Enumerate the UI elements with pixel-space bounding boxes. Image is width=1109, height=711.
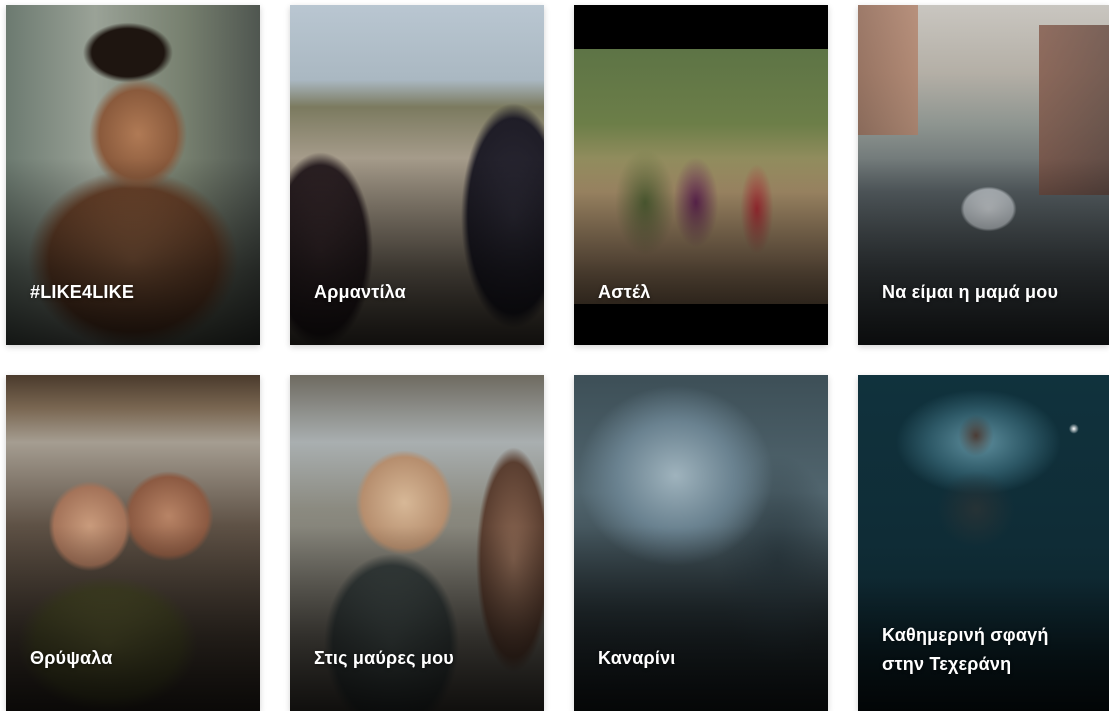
film-title[interactable]: Να είμαι η μαμά μου — [882, 278, 1095, 307]
title-overlay — [290, 526, 544, 711]
film-card-astel[interactable]: Αστέλ — [574, 5, 828, 345]
film-card-armantila[interactable]: Αρμαντίλα — [290, 5, 544, 345]
title-overlay — [574, 526, 828, 711]
film-title[interactable]: Θρύψαλα — [30, 644, 246, 673]
film-card-like4like[interactable]: #LIKE4LIKE — [6, 5, 260, 345]
film-card-kathimerini-sfagi[interactable]: Καθημερινή σφαγή στην Τεχεράνη — [858, 375, 1109, 711]
film-title[interactable]: Αρμαντίλα — [314, 278, 530, 307]
film-title-line-2: στην Τεχεράνη — [882, 654, 1012, 674]
title-overlay — [6, 526, 260, 711]
film-card-kanarini[interactable]: Καναρίνι — [574, 375, 828, 711]
title-overlay — [574, 158, 828, 345]
film-grid: #LIKE4LIKE Αρμαντίλα Αστέλ Να είμαι η μα… — [0, 0, 1109, 711]
film-title[interactable]: Αστέλ — [598, 278, 814, 307]
film-title[interactable]: #LIKE4LIKE — [30, 278, 246, 307]
film-card-stis-mavres-mou[interactable]: Στις μαύρες μου — [290, 375, 544, 711]
film-title[interactable]: Καναρίνι — [598, 644, 814, 673]
title-overlay — [290, 158, 544, 345]
film-title[interactable]: Καθημερινή σφαγή στην Τεχεράνη — [882, 621, 1095, 679]
title-overlay — [6, 158, 260, 345]
film-card-thrypsala[interactable]: Θρύψαλα — [6, 375, 260, 711]
title-overlay — [858, 158, 1109, 345]
film-card-na-eimai-i-mama-mou[interactable]: Να είμαι η μαμά μου — [858, 5, 1109, 345]
film-title-line-1: Καθημερινή σφαγή — [882, 625, 1049, 645]
film-title[interactable]: Στις μαύρες μου — [314, 644, 530, 673]
